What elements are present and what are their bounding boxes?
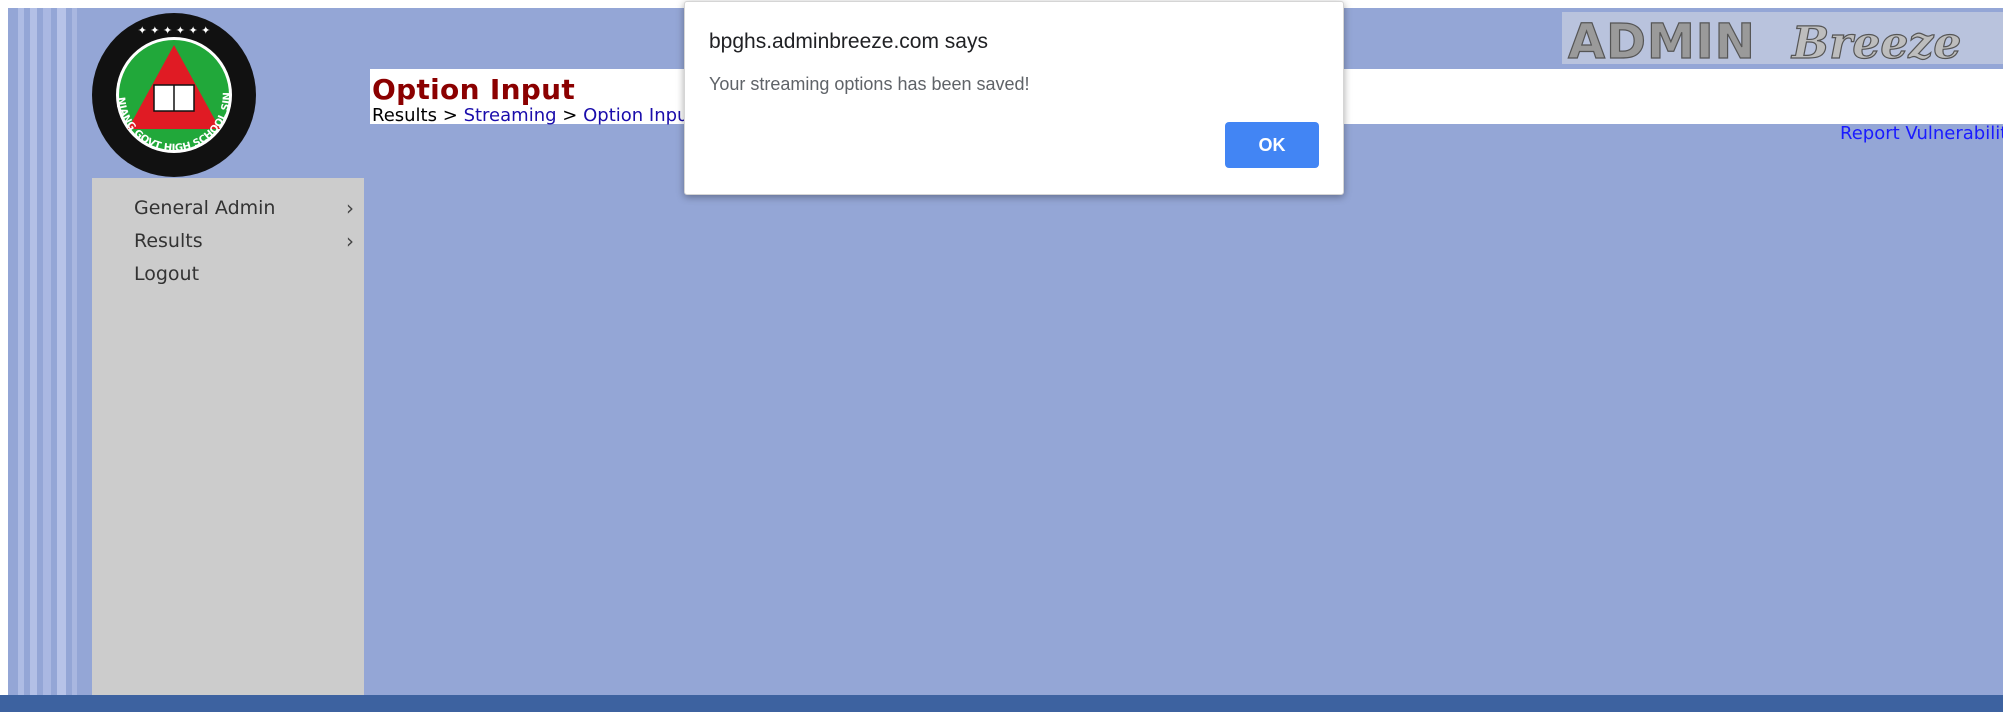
chevron-right-icon: › — [346, 196, 354, 220]
bottom-bar — [0, 695, 2003, 712]
sidebar-menu: General Admin › Results › Logout — [92, 178, 364, 700]
adminbreeze-logo: ADMIN Breeze — [1562, 12, 2003, 64]
breadcrumb-separator: > — [562, 105, 578, 126]
sidebar-item-label: Results — [134, 230, 203, 252]
breadcrumb-separator: > — [442, 105, 458, 126]
sidebar-item-general-admin[interactable]: General Admin › — [92, 192, 364, 225]
chevron-right-icon: › — [346, 229, 354, 253]
decorative-stripes — [8, 8, 83, 704]
dialog-message: Your streaming options has been saved! — [709, 74, 1030, 94]
alert-dialog: bpghs.adminbreeze.com says Your streamin… — [684, 1, 1344, 195]
sidebar-item-label: Logout — [134, 263, 200, 285]
breadcrumb-option-input-link[interactable]: Option Input — [583, 105, 695, 126]
page-title: Option Input — [372, 73, 576, 106]
breadcrumb: Results > Streaming > Option Input — [372, 105, 696, 126]
breadcrumb-root: Results — [372, 105, 437, 126]
breadcrumb-streaming-link[interactable]: Streaming — [464, 105, 557, 126]
svg-text:✦ ✦ ✦ ✦ ✦ ✦: ✦ ✦ ✦ ✦ ✦ ✦ — [138, 24, 211, 37]
school-crest-icon: ✦ ✦ ✦ ✦ ✦ ✦ BUKIT PANJANG GOVT HIGH SCHO… — [84, 8, 260, 179]
dialog-origin-text: bpghs.adminbreeze.com says — [709, 30, 988, 53]
sidebar-item-label: General Admin — [134, 197, 276, 219]
svg-text:Breeze: Breeze — [1790, 18, 1961, 64]
svg-text:ADMIN: ADMIN — [1568, 14, 1756, 64]
report-vulnerability-link[interactable]: Report Vulnerability — [1840, 123, 2003, 144]
ok-button[interactable]: OK — [1225, 122, 1319, 168]
sidebar-item-results[interactable]: Results › — [92, 225, 364, 258]
sidebar-item-logout[interactable]: Logout — [92, 258, 364, 291]
